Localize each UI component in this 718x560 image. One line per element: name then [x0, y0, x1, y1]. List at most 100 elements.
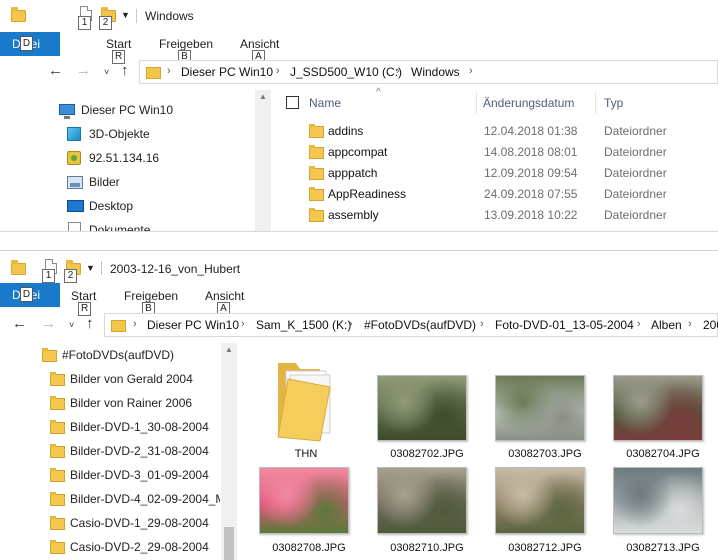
folder-tile[interactable]: THN [254, 357, 358, 460]
item-name: 03082708.JPG [272, 542, 346, 554]
tab-file[interactable]: Datei D [0, 32, 60, 56]
chevron-right-icon[interactable]: › [480, 318, 484, 330]
photo-tile[interactable]: 03082713.JPG [611, 463, 715, 560]
photo-tile[interactable]: 03082710.JPG [375, 463, 479, 560]
chevron-right-icon[interactable]: › [396, 65, 400, 77]
breadcrumb-drive-k[interactable]: Sam_K_1500 (K:) [256, 318, 351, 332]
tree-item-label: Bilder-DVD-3_01-09-2004 [70, 468, 209, 482]
file-name: appcompat [328, 145, 388, 159]
file-date: 14.08.2018 08:01 [484, 145, 578, 159]
photo-tile[interactable]: 03082702.JPG [375, 357, 479, 460]
nav-scrollbar[interactable]: ▲ [255, 90, 271, 231]
folder-icon [277, 363, 331, 442]
photo-tile[interactable]: 03082704.JPG [611, 357, 715, 460]
file-type: Dateiordner [604, 124, 667, 138]
breadcrumb-foto-dvd-01[interactable]: Foto-DVD-01_13-05-2004 [495, 318, 634, 332]
forward-arrow-icon[interactable]: → [41, 315, 56, 332]
chevron-right-icon[interactable]: › [133, 318, 137, 330]
nav-scrollbar[interactable]: ▲ [221, 343, 237, 560]
column-divider[interactable] [476, 92, 477, 114]
tree-item-label: Bilder-DVD-1_30-08-2004 [70, 420, 209, 434]
list-item[interactable]: assembly 13.09.2018 10:22 Dateiordner [272, 205, 718, 226]
tab-view[interactable]: Ansicht [205, 289, 244, 303]
list-item[interactable]: appcompat 14.08.2018 08:01 Dateiordner [272, 142, 718, 163]
file-type: Dateiordner [604, 166, 667, 180]
folder-icon [50, 444, 65, 458]
divider [136, 9, 137, 23]
keytip-quick-2: 2 [99, 16, 112, 30]
item-name: 03082703.JPG [508, 448, 582, 460]
ribbon-tabs: Datei D Start R Freigeben B Ansicht A [0, 31, 718, 64]
chevron-right-icon[interactable]: › [688, 318, 692, 330]
select-all-checkbox[interactable] [286, 96, 299, 109]
forward-arrow-icon[interactable]: → [76, 62, 91, 79]
list-item[interactable]: AppReadiness 24.09.2018 07:55 Dateiordne… [272, 184, 718, 205]
up-arrow-icon[interactable]: ↑ [86, 315, 94, 332]
breadcrumb-this-pc[interactable]: Dieser PC Win10 [181, 65, 273, 79]
photo-thumbnail [377, 467, 467, 534]
up-arrow-icon[interactable]: ↑ [121, 62, 129, 79]
folder-icon [50, 540, 65, 554]
file-date: 24.09.2018 07:55 [484, 187, 578, 201]
title-bar: 1 2 ▼ Windows [0, 0, 718, 30]
tab-view[interactable]: Ansicht [240, 37, 279, 51]
back-arrow-icon[interactable]: ← [12, 315, 27, 332]
folder-icon [50, 468, 65, 482]
chevron-right-icon[interactable]: › [276, 65, 280, 77]
ribbon-tabs: Datei D Start R Freigeben B Ansicht A [0, 282, 718, 316]
column-header-type[interactable]: Typ [604, 96, 623, 110]
chevron-right-icon[interactable]: › [469, 65, 473, 77]
keytip-file: D [20, 36, 33, 51]
scroll-up-icon[interactable]: ▲ [225, 345, 233, 354]
item-name: 03082702.JPG [390, 448, 464, 460]
chevron-right-icon[interactable]: › [241, 318, 245, 330]
chevron-right-icon[interactable]: › [349, 318, 353, 330]
column-divider[interactable] [595, 92, 596, 114]
address-bar[interactable]: › Dieser PC Win10 › J_SSD500_W10 (C:) › … [139, 60, 718, 84]
breadcrumb-this-pc[interactable]: Dieser PC Win10 [147, 318, 239, 332]
list-item[interactable]: addins 12.04.2018 01:38 Dateiordner [272, 121, 718, 142]
scroll-up-icon[interactable]: ▲ [259, 92, 267, 101]
scroll-thumb[interactable] [224, 527, 234, 560]
list-item[interactable]: apppatch 12.09.2018 09:54 Dateiordner [272, 163, 718, 184]
breadcrumb-current[interactable]: 200 [703, 318, 718, 332]
breadcrumb-windows[interactable]: Windows [411, 65, 460, 79]
tab-file[interactable]: Datei D [0, 283, 60, 307]
breadcrumb-alben[interactable]: Alben [651, 318, 682, 332]
photo-thumbnail [613, 375, 703, 441]
photo-tile[interactable]: 03082712.JPG [493, 463, 597, 560]
back-arrow-icon[interactable]: ← [48, 62, 63, 79]
chevron-right-icon[interactable]: › [637, 318, 641, 330]
recent-locations-chevron-icon[interactable]: ˅ [104, 67, 109, 77]
photo-tile[interactable]: 03082703.JPG [493, 357, 597, 460]
tree-item-label: 92.51.134.16 [89, 151, 160, 165]
column-header-date[interactable]: Änderungsdatum [483, 96, 574, 110]
tree-item-label: Casio-DVD-2_29-08-2004 [70, 540, 209, 554]
file-list: ^ Name Änderungsdatum Typ addins 12.04.2… [272, 87, 718, 231]
file-type: Dateiordner [604, 187, 667, 201]
photo-tile[interactable]: 03082708.JPG [257, 463, 361, 560]
desktop-icon [67, 200, 84, 212]
navigation-row: ← → ˅ ↑ › Dieser PC Win10 › Sam_K_1500 (… [0, 310, 718, 340]
tab-share[interactable]: Freigeben [124, 289, 178, 303]
tree-item-folder[interactable]: Bilder-DVD-4_02-09-2004_M [50, 488, 220, 510]
documents-icon [68, 222, 81, 231]
breadcrumb-fotodvds[interactable]: #FotoDVDs(aufDVD) [364, 318, 476, 332]
photo-thumbnail [613, 467, 703, 534]
keytip-quick-1: 1 [42, 269, 55, 283]
chevron-down-icon[interactable]: ▼ [86, 263, 95, 273]
chevron-right-icon[interactable]: › [167, 65, 171, 77]
address-bar[interactable]: › Dieser PC Win10 › Sam_K_1500 (K:) › #F… [104, 313, 718, 337]
photo-thumbnail [495, 467, 585, 534]
tab-start[interactable]: Start [71, 289, 96, 303]
explorer-window-windows: 1 2 ▼ Windows Datei D Start R Freigeben … [0, 0, 718, 232]
tab-share[interactable]: Freigeben [159, 37, 213, 51]
tree-item-label: Bilder von Rainer 2006 [70, 396, 193, 410]
chevron-down-icon[interactable]: ▼ [121, 10, 130, 20]
tree-item-label: Bilder-DVD-4_02-09-2004_M [70, 492, 220, 506]
tree-item-label: Bilder von Gerald 2004 [70, 372, 193, 386]
column-header-name[interactable]: Name [309, 96, 341, 110]
breadcrumb-drive-c[interactable]: J_SSD500_W10 (C:) [290, 65, 402, 79]
tab-start[interactable]: Start [106, 37, 131, 51]
recent-locations-chevron-icon[interactable]: ˅ [69, 320, 74, 330]
